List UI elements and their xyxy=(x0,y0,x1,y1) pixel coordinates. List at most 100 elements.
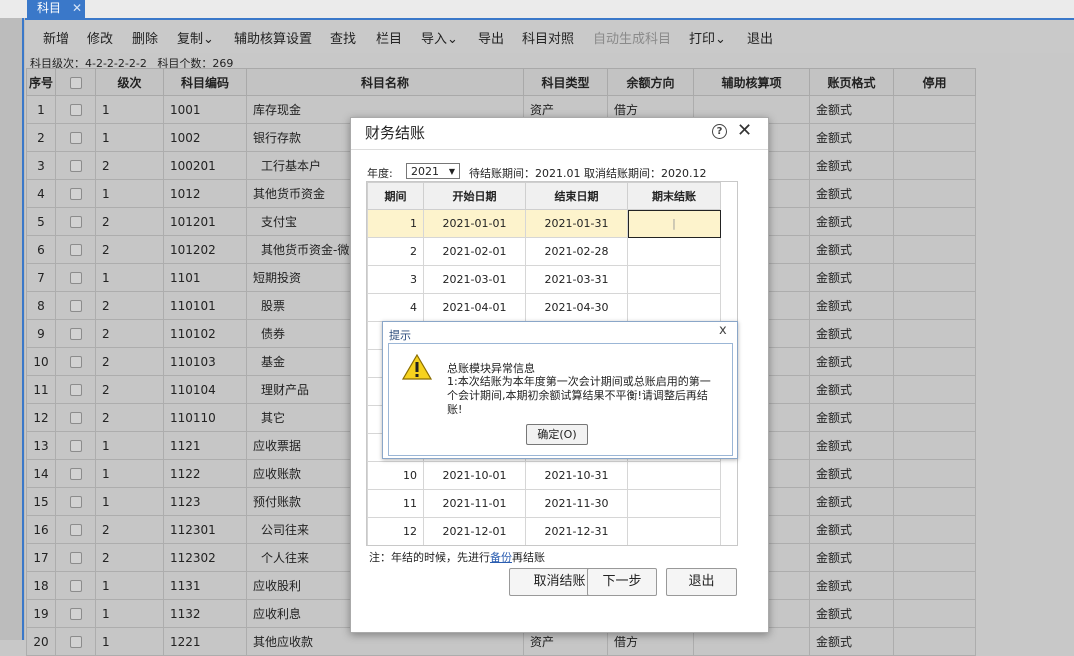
row-checkbox[interactable] xyxy=(69,244,82,256)
row-checkbox[interactable] xyxy=(69,412,82,424)
ok-button[interactable]: 确定(O) xyxy=(526,424,588,445)
year-select[interactable]: 2021 ▼ xyxy=(406,163,460,179)
copy-button[interactable]: 复制⌄ xyxy=(177,28,214,47)
tab-accounts[interactable]: 科目 ✕ xyxy=(27,0,85,18)
delete-button[interactable]: 删除 xyxy=(132,28,158,47)
period-closed[interactable] xyxy=(627,237,721,266)
row-checkbox[interactable] xyxy=(69,580,82,592)
row-level: 1 xyxy=(95,431,164,460)
export-button[interactable]: 导出 xyxy=(478,28,504,47)
print-button[interactable]: 打印⌄ xyxy=(689,28,726,47)
dialog-exit-button[interactable]: 退出 xyxy=(666,568,737,596)
period-start: 2021-02-01 xyxy=(423,237,526,266)
add-button[interactable]: 新增 xyxy=(43,28,69,47)
row-code: 101202 xyxy=(163,235,247,264)
col-level: 级次 xyxy=(95,68,164,96)
row-checkbox[interactable] xyxy=(69,216,82,228)
row-checkbox xyxy=(55,403,96,432)
help-icon[interactable]: ? xyxy=(712,124,727,139)
row-checkbox[interactable] xyxy=(69,496,82,508)
row-code: 1001 xyxy=(163,95,247,124)
row-code: 112302 xyxy=(163,543,247,572)
compare-button[interactable]: 科目对照 xyxy=(522,28,574,47)
alert-title: 提示 xyxy=(389,329,411,342)
row-level: 1 xyxy=(95,179,164,208)
row-checkbox xyxy=(55,599,96,628)
row-disabled xyxy=(893,207,976,236)
close-icon[interactable]: ✕ xyxy=(737,120,752,141)
alert-dialog: 提示 x 总账模块异常信息 1:本次结账为本年度第一次会计期间或总账启用的第一个… xyxy=(382,321,738,459)
exit-button[interactable]: 退出 xyxy=(747,28,773,47)
row-code: 112301 xyxy=(163,515,247,544)
row-code: 110104 xyxy=(163,375,247,404)
row-checkbox[interactable] xyxy=(69,384,82,396)
close-tab-icon[interactable]: ✕ xyxy=(72,0,82,16)
row-code: 1012 xyxy=(163,179,247,208)
row-code: 1123 xyxy=(163,487,247,516)
row-checkbox[interactable] xyxy=(69,328,82,340)
row-number: 16 xyxy=(26,515,56,544)
import-button[interactable]: 导入⌄ xyxy=(421,28,458,47)
period-end: 2021-03-31 xyxy=(525,265,628,294)
row-number: 20 xyxy=(26,627,56,656)
col-period: 期间 xyxy=(367,182,424,210)
row-checkbox[interactable] xyxy=(69,300,82,312)
row-disabled xyxy=(893,487,976,516)
select-all-checkbox[interactable] xyxy=(69,76,82,89)
edit-button[interactable]: 修改 xyxy=(87,28,113,47)
period-row[interactable]: 12 2021-12-01 2021-12-31 xyxy=(367,517,721,545)
period-start: 2021-12-01 xyxy=(423,517,526,545)
next-button[interactable]: 下一步 xyxy=(587,568,657,596)
row-disabled xyxy=(893,263,976,292)
col-select-all[interactable] xyxy=(55,68,96,96)
row-checkbox[interactable] xyxy=(69,272,82,284)
chevron-down-icon: ⌄ xyxy=(715,32,726,47)
row-level: 1 xyxy=(95,123,164,152)
row-checkbox xyxy=(55,543,96,572)
row-checkbox[interactable] xyxy=(69,524,82,536)
row-format: 金额式 xyxy=(809,151,894,180)
period-closed[interactable] xyxy=(627,489,721,518)
row-disabled xyxy=(893,515,976,544)
period-closed[interactable] xyxy=(627,293,721,322)
row-disabled xyxy=(893,347,976,376)
row-number: 18 xyxy=(26,571,56,600)
row-code: 110110 xyxy=(163,403,247,432)
row-checkbox[interactable] xyxy=(69,188,82,200)
period-row[interactable]: 10 2021-10-01 2021-10-31 xyxy=(367,461,721,490)
row-format: 金额式 xyxy=(809,403,894,432)
row-checkbox[interactable] xyxy=(69,356,82,368)
row-checkbox[interactable] xyxy=(69,160,82,172)
period-row[interactable]: 1 2021-01-01 2021-01-31 | xyxy=(367,209,721,238)
row-checkbox[interactable] xyxy=(69,104,82,116)
period-row[interactable]: 2 2021-02-01 2021-02-28 xyxy=(367,237,721,266)
period-row[interactable]: 4 2021-04-01 2021-04-30 xyxy=(367,293,721,322)
row-checkbox[interactable] xyxy=(69,608,82,620)
period-row[interactable]: 11 2021-11-01 2021-11-30 xyxy=(367,489,721,518)
find-button[interactable]: 查找 xyxy=(330,28,356,47)
row-checkbox[interactable] xyxy=(69,440,82,452)
backup-link[interactable]: 备份 xyxy=(490,551,512,564)
row-level: 2 xyxy=(95,151,164,180)
aux-settings-button[interactable]: 辅助核算设置 xyxy=(234,28,312,47)
alert-close-icon[interactable]: x xyxy=(719,323,727,338)
row-code: 1002 xyxy=(163,123,247,152)
row-checkbox[interactable] xyxy=(69,552,82,564)
period-closed[interactable] xyxy=(627,461,721,490)
row-disabled xyxy=(893,291,976,320)
col-aux: 辅助核算项 xyxy=(693,68,810,96)
row-checkbox[interactable] xyxy=(69,468,82,480)
row-checkbox xyxy=(55,151,96,180)
row-checkbox xyxy=(55,431,96,460)
columns-button[interactable]: 栏目 xyxy=(376,28,402,47)
period-closed[interactable] xyxy=(627,517,721,545)
period-row[interactable]: 3 2021-03-01 2021-03-31 xyxy=(367,265,721,294)
row-disabled xyxy=(893,95,976,124)
row-number: 10 xyxy=(26,347,56,376)
period-closed[interactable] xyxy=(627,265,721,294)
col-end: 结束日期 xyxy=(525,182,628,210)
row-checkbox[interactable] xyxy=(69,636,82,648)
period-start: 2021-01-01 xyxy=(423,209,526,238)
row-checkbox[interactable] xyxy=(69,132,82,144)
period-closed[interactable]: | xyxy=(627,209,721,238)
